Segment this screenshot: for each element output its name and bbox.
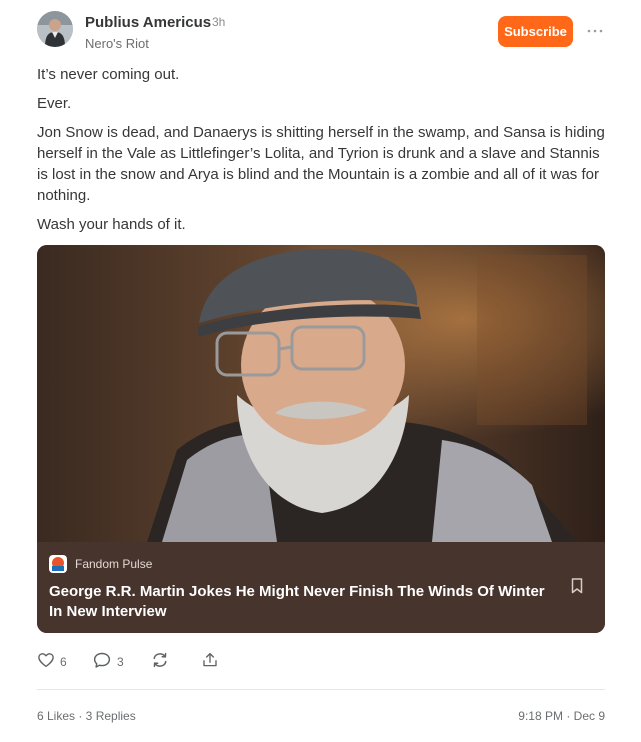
subscribe-button[interactable]: Subscribe [498,16,573,47]
comments-count: 3 [117,655,124,669]
embed-source-name: Fandom Pulse [75,557,153,571]
post-paragraph: Wash your hands of it. [37,216,186,233]
bookmark-icon[interactable] [569,577,585,595]
post-timestamp: 9:18 PM · Dec 9 [518,709,605,723]
embed-footer: Fandom Pulse George R.R. Martin Jokes He… [37,542,605,633]
post-stats[interactable]: 6 Likes · 3 Replies [37,709,136,723]
likes-count: 6 [60,655,67,669]
post-paragraph: Ever. [37,95,72,112]
post-paragraph: It’s never coming out. [37,66,180,83]
publication-name[interactable]: Nero's Riot [85,36,149,51]
like-button[interactable]: 6 [37,650,67,674]
avatar[interactable] [37,11,73,47]
embed-title[interactable]: George R.R. Martin Jokes He Might Never … [49,582,554,622]
post-body: It’s never coming out. Ever. Jon Snow is… [37,64,605,243]
comment-icon [92,651,112,674]
embed-image [37,245,605,542]
post-actions: 6 3 [37,650,287,674]
comment-button[interactable]: 3 [92,650,124,674]
more-icon[interactable] [585,23,605,39]
post-header: Publius Americus 3h Nero's Riot Subscrib… [37,10,605,54]
post-time: 3h [212,15,226,29]
share-button[interactable] [201,650,219,674]
author-name[interactable]: Publius Americus [85,14,211,31]
embed-source[interactable]: Fandom Pulse [49,555,152,573]
restack-button[interactable] [150,650,170,674]
divider [37,689,605,690]
fandom-pulse-logo [49,555,67,573]
share-icon [201,651,219,674]
restack-icon [150,651,170,674]
heart-icon [37,651,55,674]
link-embed-card[interactable]: Fandom Pulse George R.R. Martin Jokes He… [37,245,605,633]
post-paragraph: Jon Snow is dead, and Danaerys is shitti… [37,124,605,204]
